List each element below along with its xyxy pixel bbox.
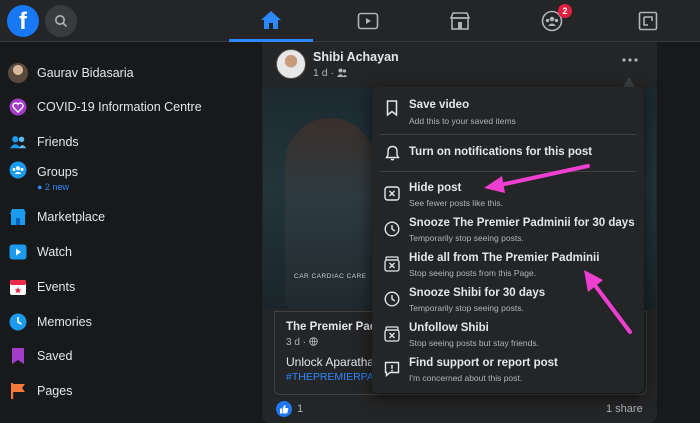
nav-tab-marketplace[interactable] xyxy=(418,0,502,42)
menu-item-title: Hide all from The Premier Padminii xyxy=(409,252,600,264)
sidebar-item-profile[interactable]: Gaurav Bidasaria xyxy=(0,56,230,90)
sidebar-item-label: Gaurav Bidasaria xyxy=(37,66,134,80)
video-caption: CAR CARDIAC CARE xyxy=(294,273,367,280)
menu-item-save-video[interactable]: Save video Add this to your saved items xyxy=(372,93,644,129)
menu-divider xyxy=(380,134,636,135)
marketplace-icon xyxy=(9,208,27,226)
menu-item-title: Turn on notifications for this post xyxy=(409,146,593,158)
menu-item-title: Find support or report post xyxy=(409,357,558,369)
card-title: The Premier Pad xyxy=(286,321,377,333)
card-timestamp: 3 d · xyxy=(286,337,318,348)
sidebar-item-label: Marketplace xyxy=(37,210,106,224)
menu-item-snooze-page[interactable]: Snooze The Premier Padminii for 30 days … xyxy=(372,212,644,246)
hide-all-icon xyxy=(384,256,400,272)
search-button[interactable] xyxy=(45,5,77,37)
menu-item-report[interactable]: Find support or report post I'm concerne… xyxy=(372,352,644,386)
covid-heart-icon xyxy=(9,98,27,116)
sidebar-item-saved[interactable]: Saved xyxy=(0,339,230,373)
watch-icon xyxy=(357,12,379,30)
video-thumbnail-person xyxy=(285,118,375,309)
sidebar-item-covid[interactable]: COVID-19 Information Centre xyxy=(0,90,230,124)
bookmark-icon xyxy=(384,100,400,116)
gaming-icon xyxy=(638,11,658,31)
facebook-logo[interactable]: f xyxy=(7,5,39,37)
globe-icon xyxy=(308,337,318,347)
post-author[interactable]: Shibi Achayan xyxy=(313,50,399,64)
sidebar-item-memories[interactable]: Memories xyxy=(0,305,230,339)
like-count[interactable]: 1 xyxy=(297,403,303,415)
sidebar-item-label: Pages xyxy=(37,384,73,398)
sidebar-item-sublabel: ● 2 new xyxy=(37,182,69,192)
nav-tab-home[interactable] xyxy=(229,0,313,42)
sidebar-item-label: Events xyxy=(37,280,76,294)
post-options-menu: Save video Add this to your saved items … xyxy=(372,87,644,393)
bell-icon xyxy=(384,145,400,161)
like-reaction-icon[interactable] xyxy=(276,401,292,417)
menu-item-subtitle: Add this to your saved items xyxy=(409,116,516,126)
more-dots-icon xyxy=(622,58,638,62)
card-text: Unlock Aparatha xyxy=(286,355,375,369)
more-options-button[interactable] xyxy=(619,54,641,68)
clock-icon xyxy=(384,221,400,237)
friends-audience-icon xyxy=(336,68,347,77)
sidebar-item-label: COVID-19 Information Centre xyxy=(37,100,202,114)
sidebar-item-pages[interactable]: Pages xyxy=(0,374,230,408)
pages-icon xyxy=(9,382,27,400)
menu-item-subtitle: Temporarily stop seeing posts. xyxy=(409,303,524,313)
home-icon xyxy=(261,10,281,29)
nav-tab-gaming[interactable] xyxy=(606,0,690,42)
sidebar-item-watch[interactable]: Watch xyxy=(0,235,230,269)
menu-item-subtitle: I'm concerned about this post. xyxy=(409,373,523,383)
menu-item-title: Hide post xyxy=(409,182,462,194)
post-time-text: 1 d · xyxy=(313,67,337,79)
avatar[interactable] xyxy=(276,49,306,79)
sidebar-item-marketplace[interactable]: Marketplace xyxy=(0,200,230,234)
menu-item-subtitle: Temporarily stop seeing posts. xyxy=(409,233,524,243)
nav-tab-groups[interactable]: 2 xyxy=(510,0,594,42)
menu-item-title: Snooze The Premier Padminii for 30 days xyxy=(409,217,635,229)
menu-item-title: Unfollow Shibi xyxy=(409,322,489,334)
clock-icon xyxy=(384,291,400,307)
avatar xyxy=(8,63,28,83)
memories-icon xyxy=(9,313,27,331)
groups-icon xyxy=(9,161,27,179)
search-icon xyxy=(55,15,68,28)
report-icon xyxy=(384,361,400,377)
sidebar-item-events[interactable]: Events xyxy=(0,270,230,304)
menu-item-subtitle: Stop seeing posts from this Page. xyxy=(409,268,537,278)
menu-caret xyxy=(623,77,635,87)
watch-icon xyxy=(9,243,27,261)
sidebar-item-label: Groups xyxy=(37,165,78,179)
unfollow-icon xyxy=(384,326,400,342)
sidebar-item-label: Friends xyxy=(37,135,79,149)
hashtag-link[interactable]: #THEPREMIERPA xyxy=(286,371,374,383)
sidebar-item-label: Memories xyxy=(37,315,92,329)
events-icon xyxy=(9,278,27,296)
marketplace-icon xyxy=(449,12,471,30)
top-navigation-bar: f 2 xyxy=(0,0,700,42)
sidebar-item-friends[interactable]: Friends xyxy=(0,125,230,159)
saved-icon xyxy=(9,347,27,365)
sidebar-item-label: Saved xyxy=(37,349,73,363)
sidebar-item-groups[interactable]: Groups ● 2 new xyxy=(0,158,230,198)
menu-item-title: Save video xyxy=(409,99,470,111)
nav-tab-watch[interactable] xyxy=(326,0,410,42)
menu-item-title: Snooze Shibi for 30 days xyxy=(409,287,546,299)
friends-icon xyxy=(9,133,27,151)
menu-item-subtitle: See fewer posts like this. xyxy=(409,198,504,208)
notification-badge: 2 xyxy=(558,4,572,18)
annotation-arrow-hide-post xyxy=(484,164,590,193)
hide-box-icon xyxy=(384,185,400,201)
share-count[interactable]: 1 share xyxy=(606,403,643,415)
annotation-arrow-hide-all xyxy=(584,270,632,334)
post-timestamp[interactable]: 1 d · xyxy=(313,67,347,79)
card-time-text: 3 d · xyxy=(286,337,309,348)
sidebar-item-label: Watch xyxy=(37,245,72,259)
menu-item-subtitle: Stop seeing posts but stay friends. xyxy=(409,338,539,348)
